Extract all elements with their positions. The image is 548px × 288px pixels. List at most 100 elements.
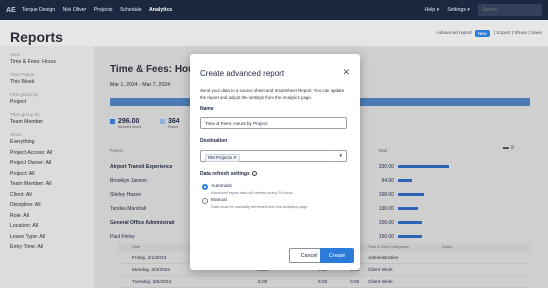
show-label: Show [10, 132, 22, 137]
new-badge: New [474, 30, 490, 37]
view-setting[interactable]: View Time & Fees: Hours [10, 52, 84, 65]
filter-project-owner[interactable]: Project Owner: All [10, 160, 84, 166]
row-name: Airport Transit Experience [110, 164, 173, 170]
kpi-incurred-value: 296.00 [118, 118, 140, 125]
row-name: Shirley Hason [110, 192, 142, 198]
filter-project-access[interactable]: Project Access: All [10, 150, 84, 156]
detail-cell-cat: Client Work [368, 268, 393, 273]
detail-row[interactable]: Tuesday, 3/5/2024 8.00 8.00 0.00 Client Work [118, 277, 530, 288]
filter-location[interactable]: Location: All [10, 223, 84, 229]
automatic-radio[interactable] [202, 184, 208, 190]
timeframe-label: Time Frame [10, 72, 35, 77]
refresh-settings-text: Data refresh settings [200, 171, 250, 177]
show-setting: Show Everything Project Access: All Proj… [10, 132, 84, 250]
settings-menu[interactable]: Settings ▾ [447, 7, 470, 13]
top-nav: AE Torque Design Nivi Oliver Projects Sc… [0, 0, 548, 20]
nav-item-analytics[interactable]: Analytics [149, 7, 172, 13]
first-group-label: First group by [10, 92, 39, 97]
detail-cell-date: Friday, 3/1/2024 [132, 256, 167, 261]
row-bar [398, 165, 449, 168]
save-button[interactable]: Save [531, 31, 542, 36]
help-menu[interactable]: Help ▾ [424, 7, 439, 13]
then-group-label: Then group by [10, 112, 40, 117]
nav-links: Torque Design Nivi Oliver Projects Sched… [22, 7, 178, 13]
row-bar [398, 193, 424, 196]
close-icon[interactable]: ✕ [342, 67, 350, 78]
row-bar [398, 179, 412, 182]
settings-sidebar: View Time & Fees: Hours Time Frame This … [0, 46, 94, 288]
automatic-description: Advanced report data will refresh every … [211, 191, 293, 195]
name-input[interactable] [200, 117, 347, 129]
create-button[interactable]: Create [320, 248, 354, 263]
kpi-future: 364 Future [160, 118, 180, 129]
app-logo[interactable]: AE [6, 7, 16, 14]
timeframe-value[interactable]: This Week [10, 79, 84, 85]
row-name: Paul Finley [110, 234, 135, 240]
view-value[interactable]: Time & Fees: Hours [10, 59, 84, 65]
timeframe-setting[interactable]: Time Frame This Week [10, 72, 84, 85]
search-input[interactable] [478, 4, 542, 16]
report-title: Time & Fees: Hou [110, 64, 195, 75]
filter-leave-type[interactable]: Leave Type: All [10, 234, 84, 240]
then-group-setting[interactable]: Then group by Team Member [10, 112, 84, 125]
nav-item-nivi-oliver[interactable]: Nivi Oliver [63, 7, 87, 13]
chevron-down-icon[interactable]: ▾ [339, 153, 342, 159]
row-name: Tamika Marshall [110, 206, 147, 212]
manual-description: Data must be manually refreshed from the… [211, 205, 308, 209]
filter-project[interactable]: Project: All [10, 171, 84, 177]
info-icon[interactable]: i [251, 171, 257, 176]
detail-header-notes: Notes [442, 245, 452, 249]
row-name: General Office Administrati [110, 220, 175, 226]
first-group-value[interactable]: Project [10, 99, 84, 105]
page-title: Reports [10, 29, 63, 45]
row-total: 156.00 [378, 234, 394, 240]
filter-client[interactable]: Client: All [10, 192, 84, 198]
detail-cell-cat: Client Work [368, 280, 393, 285]
export-button[interactable]: Export [497, 31, 511, 36]
detail-header-date: Date [132, 245, 141, 249]
dialog-title: Create advanced report [200, 69, 285, 78]
create-advanced-report-dialog: Create advanced report ✕ Send your data … [190, 54, 360, 270]
filter-discipline[interactable]: Discipline: All [10, 202, 84, 208]
filter-team-member[interactable]: Team Member: All [10, 181, 84, 187]
filter-everything[interactable]: Everything [10, 139, 84, 145]
kpi-future-value: 364 [168, 118, 180, 125]
manual-radio[interactable] [202, 198, 208, 204]
first-group-setting[interactable]: First group by Project [10, 92, 84, 105]
then-group-value[interactable]: Team Member [10, 119, 84, 125]
share-button[interactable]: Share [514, 31, 527, 36]
filter-entry-time[interactable]: Entry Time: All [10, 244, 84, 250]
automatic-label: Automatic [211, 184, 233, 189]
detail-cell-cat: Administrative [368, 256, 399, 261]
detail-cell-b: 8.00 [318, 280, 328, 285]
row-bar [398, 207, 418, 210]
row-total: 156.00 [378, 220, 394, 226]
report-date-range: Mar 1, 2024 - Mar 7, 2024 [110, 82, 170, 88]
manual-label: Manual [211, 198, 227, 203]
kpi-incurred: 296.00 Incurred hours [110, 118, 141, 129]
destination-select[interactable]: RM Projects ✕ ▾ [200, 150, 347, 162]
dialog-description: Send your data to a source sheet and Sma… [200, 88, 345, 100]
nav-item-schedule[interactable]: Schedule [120, 7, 142, 13]
filter-role[interactable]: Role: All [10, 213, 84, 219]
detail-cell-c: 0.00 [350, 280, 360, 285]
column-header-project[interactable]: Project [110, 148, 123, 153]
destination-chip[interactable]: RM Projects ✕ [205, 154, 240, 162]
row-bar [398, 235, 422, 238]
name-label: Name [200, 106, 214, 112]
kpi-future-label: Future [168, 125, 179, 129]
column-header-total[interactable]: Total [378, 148, 387, 153]
row-name: Brooklyn Janson [110, 178, 147, 184]
row-total: 330.00 [378, 164, 394, 170]
detail-cell-date: Monday, 3/4/2024 [132, 268, 171, 273]
legend-swatch [160, 119, 165, 124]
detail-header-categories: Time & Fees Categories [368, 245, 409, 249]
detail-cell-date: Tuesday, 3/5/2024 [132, 280, 172, 285]
legend-swatch [110, 119, 115, 124]
kpi-incurred-label: Incurred hours [118, 125, 142, 129]
view-label: View [10, 52, 20, 57]
nav-item-projects[interactable]: Projects [94, 7, 113, 13]
advanced-report-link[interactable]: Advanced report [437, 31, 472, 36]
nav-item-torque-design[interactable]: Torque Design [22, 7, 55, 13]
chart-toggle-icon[interactable]: ▬ ≡ [503, 145, 514, 151]
